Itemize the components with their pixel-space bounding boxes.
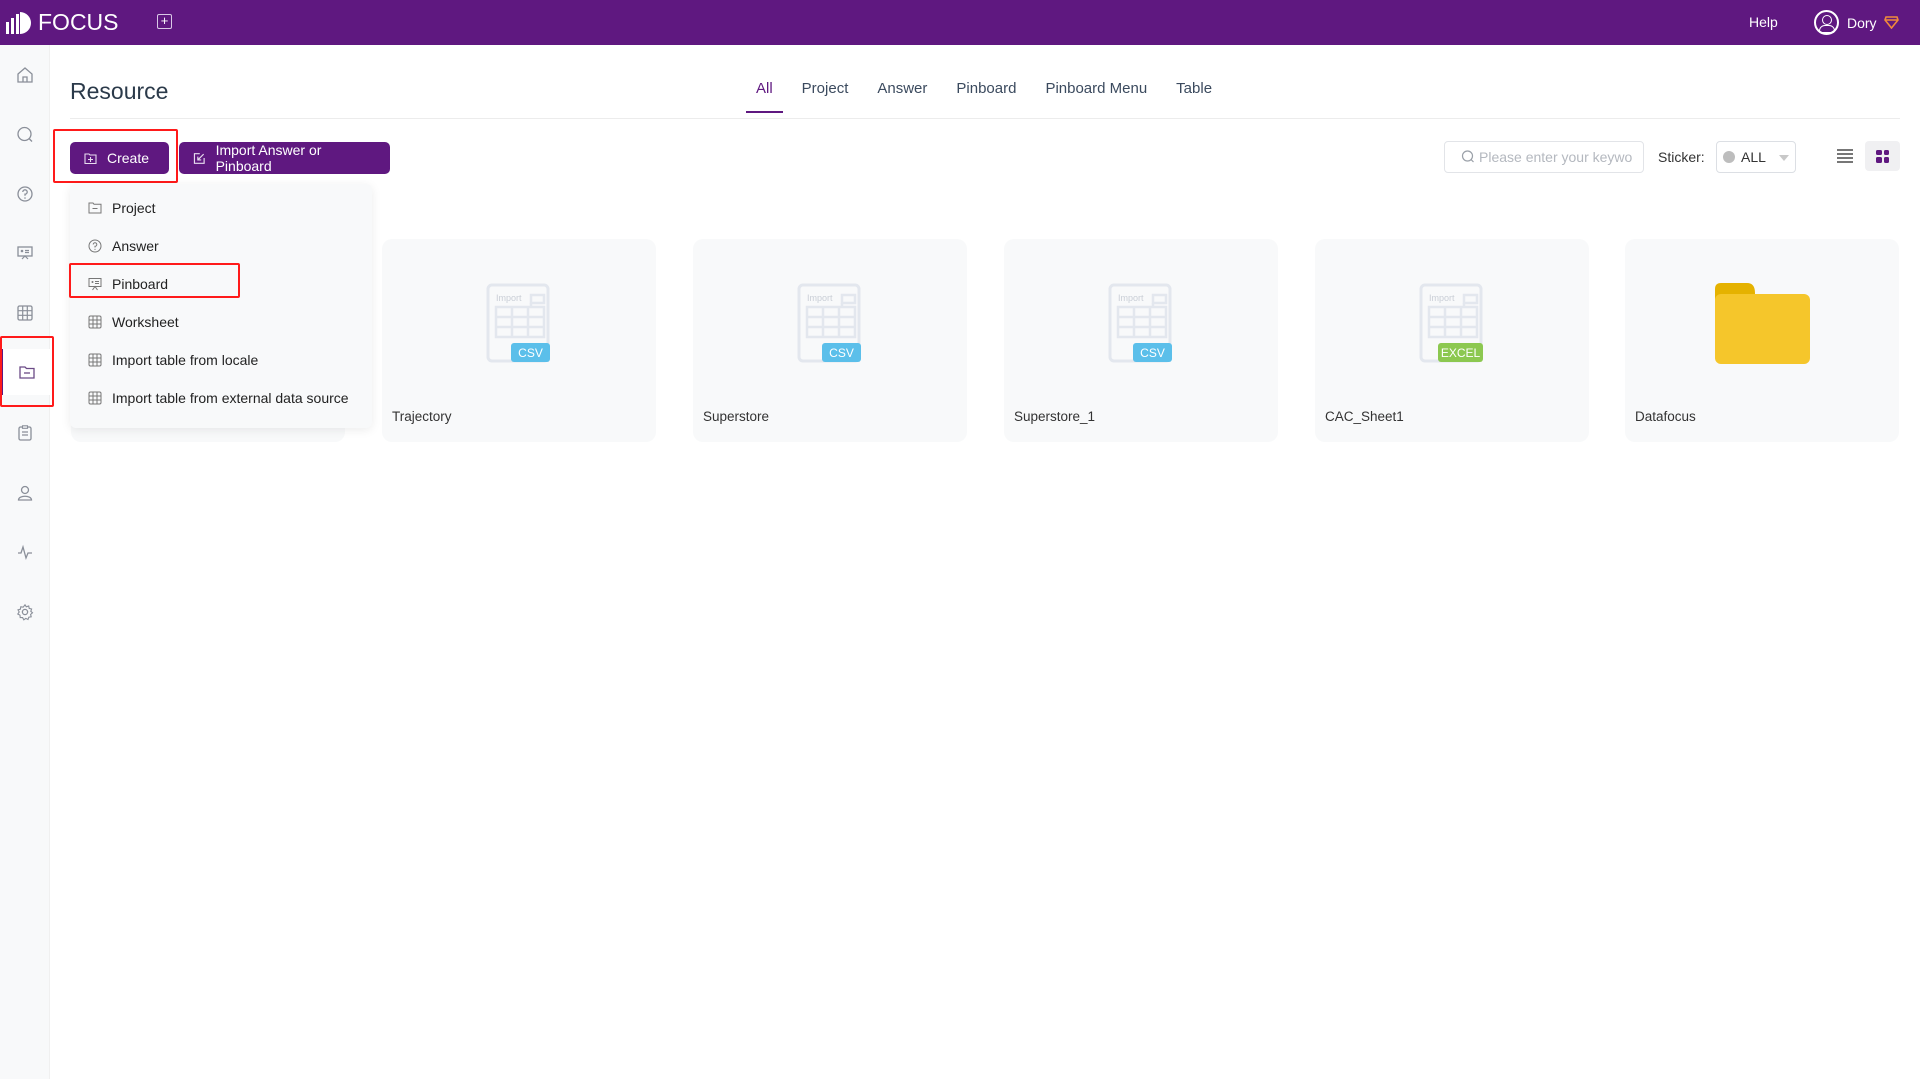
table-grid-icon <box>88 353 102 367</box>
sidebar-item-tasks[interactable] <box>0 410 50 456</box>
sidebar-item-resource[interactable] <box>0 349 50 395</box>
top-bar: FOCUS + Help Dory <box>0 0 1920 45</box>
folder-plus-icon <box>84 152 97 164</box>
import-icon <box>193 152 205 164</box>
header-divider <box>70 118 1900 119</box>
menu-item-import-table-external[interactable]: Import table from external data source <box>88 386 349 410</box>
resource-card-trajectory[interactable]: Import CSV Trajectory <box>382 239 656 442</box>
svg-text:Import: Import <box>1429 293 1455 303</box>
sidebar <box>0 45 50 1079</box>
folder-icon <box>88 202 102 214</box>
resource-tabs: All Project Answer Pinboard Pinboard Men… <box>746 80 1241 113</box>
resource-card-superstore-1[interactable]: Import CSV Superstore_1 <box>1004 239 1278 442</box>
user-menu[interactable]: Dory <box>1814 10 1899 35</box>
user-avatar-icon <box>1814 10 1839 35</box>
gear-icon <box>16 603 34 621</box>
question-circle-icon <box>88 239 102 253</box>
folder-icon <box>18 366 35 379</box>
presentation-board-icon <box>17 246 33 260</box>
menu-item-pinboard[interactable]: Pinboard <box>88 272 168 296</box>
tab-pinboard[interactable]: Pinboard <box>956 80 1016 113</box>
sidebar-item-settings[interactable] <box>0 589 50 635</box>
chevron-down-icon <box>1779 155 1789 161</box>
grid-view-button[interactable] <box>1865 141 1900 171</box>
table-grid-icon <box>88 391 102 405</box>
search-icon <box>17 126 33 142</box>
sticker-label: Sticker: <box>1658 149 1705 165</box>
vip-diamond-icon <box>1883 16 1899 29</box>
logo[interactable]: FOCUS <box>6 9 119 36</box>
card-name: Superstore <box>703 409 770 424</box>
import-answer-pinboard-button[interactable]: Import Answer or Pinboard <box>179 142 390 174</box>
sidebar-item-answer[interactable] <box>0 171 50 217</box>
menu-item-worksheet[interactable]: Worksheet <box>88 310 179 334</box>
folder-icon <box>1715 283 1810 364</box>
create-button-label: Create <box>107 150 150 166</box>
resource-card-superstore[interactable]: Import CSV Superstore <box>693 239 967 442</box>
new-tab-button[interactable]: + <box>157 14 172 29</box>
presentation-board-icon <box>88 278 102 291</box>
svg-text:CSV: CSV <box>1140 346 1165 360</box>
table-grid-icon <box>17 305 33 321</box>
card-name: CAC_Sheet1 <box>1325 409 1404 424</box>
user-name: Dory <box>1847 14 1877 31</box>
question-circle-icon <box>17 186 33 202</box>
menu-item-import-table-locale[interactable]: Import table from locale <box>88 348 258 372</box>
card-name: Superstore_1 <box>1014 409 1096 424</box>
svg-text:CSV: CSV <box>518 346 543 360</box>
sticker-select[interactable]: ALL <box>1716 141 1796 173</box>
svg-text:Import: Import <box>496 293 522 303</box>
import-button-label: Import Answer or Pinboard <box>215 142 322 174</box>
create-menu: Project Answer Pinboard Worksheet Import… <box>70 184 372 428</box>
tab-all[interactable]: All <box>746 80 783 113</box>
search-input[interactable] <box>1479 149 1639 165</box>
search-icon <box>1461 150 1474 163</box>
card-name: Trajectory <box>392 409 452 424</box>
home-icon <box>17 67 33 83</box>
svg-text:Import: Import <box>1118 293 1144 303</box>
tab-table[interactable]: Table <box>1176 80 1212 113</box>
svg-text:Import: Import <box>807 293 833 303</box>
sidebar-item-pinboard[interactable] <box>0 230 50 276</box>
menu-item-project[interactable]: Project <box>88 196 156 220</box>
sidebar-item-search[interactable] <box>0 112 50 158</box>
menu-item-answer[interactable]: Answer <box>88 234 159 258</box>
svg-text:EXCEL: EXCEL <box>1441 346 1481 360</box>
tab-answer[interactable]: Answer <box>877 80 927 113</box>
card-name: Datafocus <box>1635 409 1696 424</box>
page-title: Resource <box>70 78 169 104</box>
csv-file-icon: Import CSV <box>1108 283 1172 363</box>
pulse-icon <box>18 544 32 561</box>
sidebar-item-monitor[interactable] <box>0 529 50 575</box>
list-view-button[interactable] <box>1837 149 1853 163</box>
create-button[interactable]: Create <box>70 142 169 174</box>
grid-icon <box>1876 149 1889 163</box>
csv-file-icon: Import CSV <box>797 283 861 363</box>
sidebar-item-home[interactable] <box>0 52 50 98</box>
resource-card-cac-sheet1[interactable]: Import EXCEL CAC_Sheet1 <box>1315 239 1589 442</box>
tab-project[interactable]: Project <box>802 80 849 113</box>
sticker-color-dot <box>1723 151 1735 163</box>
excel-file-icon: Import EXCEL <box>1419 283 1483 363</box>
tab-pinboard-menu[interactable]: Pinboard Menu <box>1045 80 1147 113</box>
svg-text:CSV: CSV <box>829 346 854 360</box>
focus-logo-icon <box>6 10 32 36</box>
sidebar-item-users[interactable] <box>0 470 50 516</box>
sticker-value: ALL <box>1741 149 1766 165</box>
sidebar-item-data[interactable] <box>0 290 50 336</box>
user-icon <box>17 485 33 501</box>
clipboard-icon <box>18 425 32 441</box>
logo-text: FOCUS <box>38 9 119 35</box>
resource-card-datafocus[interactable]: Datafocus <box>1625 239 1899 442</box>
table-grid-icon <box>88 315 102 329</box>
search-box[interactable] <box>1444 141 1644 173</box>
help-link[interactable]: Help <box>1749 14 1778 30</box>
csv-file-icon: Import CSV <box>486 283 550 363</box>
